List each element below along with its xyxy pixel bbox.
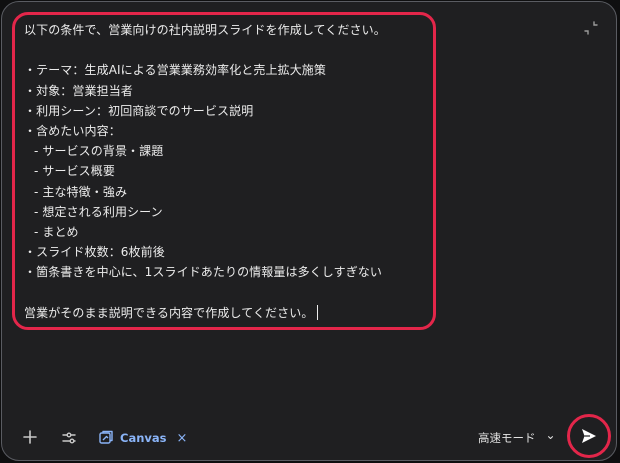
mode-selector[interactable]: 高速モード ⌄ <box>478 428 556 446</box>
prompt-blank-line <box>24 282 429 302</box>
prompt-blank-line <box>24 40 429 60</box>
prompt-line: 以下の条件で、営業向けの社内説明スライドを作成してください。 <box>24 23 386 37</box>
prompt-line: - サービス概要 <box>34 164 115 179</box>
prompt-line: - 主な特徴・強み <box>34 184 128 199</box>
text-caret <box>317 304 319 320</box>
mode-label: 高速モード <box>478 431 536 445</box>
prompt-line: - サービスの背景・課題 <box>34 144 164 159</box>
prompt-line: ・含めたい内容： <box>24 123 121 138</box>
prompt-panel: 以下の条件で、営業向けの社内説明スライドを作成してください。 ・テーマ：生成AI… <box>1 1 617 461</box>
prompt-line: ・対象：営業担当者 <box>24 83 133 98</box>
tools-button[interactable] <box>60 429 78 447</box>
send-icon <box>582 429 596 443</box>
canvas-icon <box>99 430 113 444</box>
prompt-line-text: 営業がそのまま説明できる内容で作成してください。 <box>24 305 314 320</box>
prompt-line: ・利用シーン：初回商談でのサービス説明 <box>24 103 254 118</box>
prompt-line: - まとめ <box>34 224 79 239</box>
chevron-down-icon: ⌄ <box>545 428 556 442</box>
canvas-chip[interactable]: Canvas × <box>98 429 187 447</box>
prompt-last-line: 営業がそのまま説明できる内容で作成してください。 <box>24 303 429 323</box>
collapse-icon[interactable] <box>582 20 600 36</box>
prompt-line: ・箇条書きを中心に、1スライドあたりの情報量は多くしすぎない <box>24 265 383 280</box>
prompt-line: - 想定される利用シーン <box>34 204 163 219</box>
canvas-close-icon[interactable]: × <box>177 431 188 446</box>
prompt-line: ・スライド枚数：6枚前後 <box>24 245 165 260</box>
add-button[interactable] <box>20 427 40 447</box>
send-button[interactable] <box>573 420 605 452</box>
prompt-line: ・テーマ：生成AIによる営業業務効率化と売上拡大施策 <box>24 63 326 78</box>
sliders-icon <box>62 432 76 444</box>
canvas-label: Canvas <box>120 431 167 445</box>
prompt-text-area[interactable]: 以下の条件で、営業向けの社内説明スライドを作成してください。 ・テーマ：生成AI… <box>24 20 429 323</box>
plus-icon <box>23 430 37 444</box>
